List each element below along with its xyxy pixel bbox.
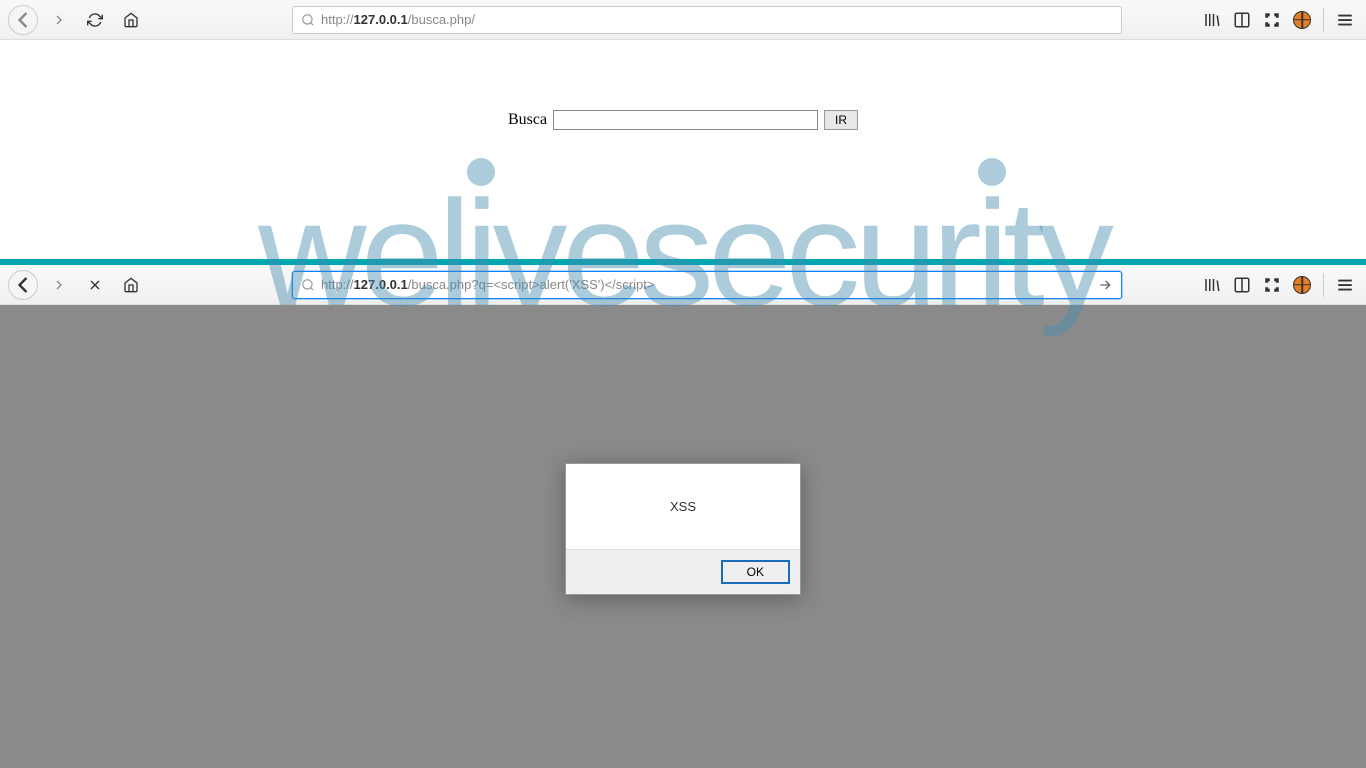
home-button[interactable]	[116, 5, 146, 35]
alert-ok-button[interactable]: OK	[721, 560, 790, 584]
search-form: Busca IR	[508, 110, 858, 130]
browser-toolbar-2: http://127.0.0.1/busca.php?q=<script>ale…	[0, 265, 1366, 305]
address-bar-1[interactable]: http://127.0.0.1/busca.php/	[292, 6, 1122, 34]
library-icon-2[interactable]	[1203, 276, 1221, 294]
extension-icon[interactable]	[1293, 11, 1311, 29]
divider	[1323, 8, 1324, 32]
divider-2	[1323, 273, 1324, 297]
alert-message: XSS	[566, 464, 800, 549]
alert-dialog: XSS OK	[565, 463, 801, 595]
menu-button[interactable]	[1336, 11, 1354, 29]
go-arrow-icon[interactable]	[1097, 277, 1113, 293]
back-button-2[interactable]	[8, 270, 38, 300]
page-content-1: Busca IR	[0, 40, 1366, 259]
search-icon-2	[301, 278, 315, 292]
menu-button-2[interactable]	[1336, 276, 1354, 294]
address-bar-2[interactable]: http://127.0.0.1/busca.php?q=<script>ale…	[292, 271, 1122, 299]
extension-icon-2[interactable]	[1293, 276, 1311, 294]
page-content-2: XSS OK	[0, 305, 1366, 768]
reload-button[interactable]	[80, 5, 110, 35]
home-button-2[interactable]	[116, 270, 146, 300]
search-input[interactable]	[553, 110, 818, 130]
stop-button[interactable]	[80, 270, 110, 300]
screenshot-icon-2[interactable]	[1263, 276, 1281, 294]
library-icon[interactable]	[1203, 11, 1221, 29]
forward-button[interactable]	[44, 5, 74, 35]
forward-button-2[interactable]	[44, 270, 74, 300]
sidebar-icon-2[interactable]	[1233, 276, 1251, 294]
back-button[interactable]	[8, 5, 38, 35]
search-label: Busca	[508, 111, 547, 129]
sidebar-icon[interactable]	[1233, 11, 1251, 29]
alert-footer: OK	[566, 549, 800, 594]
url-text-2: http://127.0.0.1/busca.php?q=<script>ale…	[321, 277, 1097, 292]
search-submit-button[interactable]: IR	[824, 110, 858, 130]
url-text-1: http://127.0.0.1/busca.php/	[321, 12, 1113, 27]
screenshot-icon[interactable]	[1263, 11, 1281, 29]
browser-toolbar-1: http://127.0.0.1/busca.php/	[0, 0, 1366, 40]
search-icon	[301, 13, 315, 27]
